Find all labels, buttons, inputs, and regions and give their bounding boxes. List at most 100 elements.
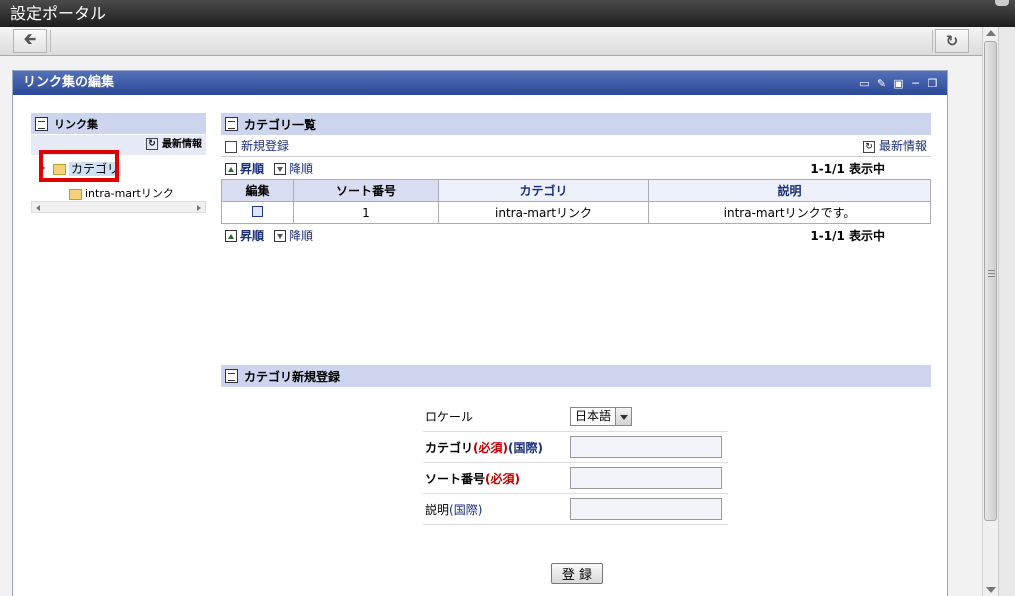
tree-header-label: リンク集 <box>54 117 98 131</box>
sort-ascending-label[interactable]: 昇順 <box>240 229 264 243</box>
nav-separator <box>50 30 51 52</box>
edit-pencil-icon[interactable]: ✎ <box>875 77 888 90</box>
new-category-section: カテゴリ新規登録 <box>221 365 931 387</box>
window-title: 設定ポータル <box>10 4 107 23</box>
new-category-form: ロケール 日本語 カテゴリ(必須)(国際) ソート番号(必須) 説明(国際) <box>423 401 728 525</box>
locale-row: ロケール 日本語 <box>423 401 728 432</box>
list-header-label: カテゴリ一覧 <box>244 117 317 132</box>
scroll-right-icon[interactable] <box>197 205 201 211</box>
required-mark: (必須) <box>485 471 520 486</box>
new-category-header-label: カテゴリ新規登録 <box>244 369 341 384</box>
category-label: カテゴリ(必須)(国際) <box>423 439 570 456</box>
document-icon <box>225 117 238 131</box>
display-icon[interactable]: ▭ <box>858 77 871 90</box>
sort-descending-link[interactable]: 降順 <box>274 227 313 244</box>
grip-icon <box>988 270 995 277</box>
list-toolbar: 新規登録 ↻ 最新情報 <box>221 135 931 157</box>
locale-select[interactable]: 日本語 <box>570 406 633 426</box>
category-tree: カテゴリ intra-martリンク <box>31 150 206 215</box>
settings-icon[interactable]: ▣ <box>892 77 905 90</box>
link-edit-portlet: リンク集の編集 ▭ ✎ ▣ ─ ❐ リンク集 ↻ 最新情報 カテゴリ intra… <box>12 70 948 596</box>
sort-cell: 1 <box>293 201 439 224</box>
list-refresh-label[interactable]: 最新情報 <box>879 139 927 153</box>
window-edge <box>998 27 1015 596</box>
list-refresh-link[interactable]: ↻ 最新情報 <box>862 137 927 154</box>
category-label-text: カテゴリ <box>425 440 474 455</box>
highlight-box <box>39 150 119 182</box>
scroll-left-icon[interactable] <box>36 205 40 211</box>
table-row: 1 intra-martリンク intra-martリンクです。 <box>221 201 931 224</box>
link-tree-pane: リンク集 ↻ 最新情報 カテゴリ intra-martリンク <box>31 113 206 215</box>
new-document-icon <box>225 140 237 153</box>
refresh-icon[interactable]: ↻ <box>146 138 158 150</box>
minimize-icon[interactable]: ─ <box>909 77 922 90</box>
window-titlebar: 設定ポータル <box>0 0 1015 27</box>
sort-ascending-link[interactable]: 昇順 <box>225 227 264 244</box>
reload-icon: ↻ <box>945 32 959 50</box>
scroll-down-icon[interactable] <box>986 587 996 593</box>
description-row: 説明(国際) <box>423 494 728 525</box>
reload-button[interactable]: ↻ <box>935 29 969 53</box>
sort-descending-label[interactable]: 降順 <box>289 162 313 176</box>
sort-descending-link[interactable]: 降順 <box>274 160 313 177</box>
description-cell: intra-martリンクです。 <box>648 201 931 224</box>
sort-number-row: ソート番号(必須) <box>423 463 728 494</box>
required-mark: (必須) <box>473 440 508 455</box>
category-list-pane: カテゴリ一覧 新規登録 ↻ 最新情報 昇順 降順 1-1/1 表示中 編集 ソート… <box>221 113 931 246</box>
tree-horizontal-scrollbar[interactable] <box>31 201 206 213</box>
restore-icon[interactable]: ❐ <box>926 77 939 90</box>
tree-header: リンク集 <box>31 113 206 135</box>
column-header-category[interactable]: カテゴリ <box>438 179 649 202</box>
sort-down-icon <box>274 230 287 242</box>
locale-selected-value[interactable]: 日本語 <box>570 406 617 426</box>
list-header: カテゴリ一覧 <box>221 113 931 135</box>
portlet-controls: ▭ ✎ ▣ ─ ❐ <box>858 71 939 95</box>
new-registration-link[interactable]: 新規登録 <box>225 137 289 154</box>
document-icon <box>225 369 238 383</box>
scroll-up-icon[interactable] <box>986 30 996 36</box>
description-input[interactable] <box>570 498 722 520</box>
sort-up-icon <box>225 230 237 242</box>
category-input[interactable] <box>570 436 722 458</box>
sort-ascending-link[interactable]: 昇順 <box>225 160 264 177</box>
description-label-text: 説明 <box>425 502 450 517</box>
edit-icon[interactable] <box>252 205 263 217</box>
column-header-description[interactable]: 説明 <box>648 179 931 202</box>
register-button[interactable]: 登 録 <box>551 563 603 584</box>
new-registration-label[interactable]: 新規登録 <box>241 139 289 153</box>
tree-node-label[interactable]: intra-martリンク <box>85 187 174 200</box>
window-control[interactable] <box>995 0 1009 6</box>
category-table: 編集 ソート番号 カテゴリ 説明 1 intra-martリンク intra-m… <box>221 179 931 224</box>
nav-separator <box>932 30 933 52</box>
category-cell: intra-martリンク <box>438 201 649 224</box>
sort-number-label-text: ソート番号 <box>425 471 486 486</box>
sort-ascending-label[interactable]: 昇順 <box>240 162 264 176</box>
portlet-header: リンク集の編集 ▭ ✎ ▣ ─ ❐ <box>13 71 947 95</box>
locale-label: ロケール <box>425 409 474 424</box>
tree-node-intramart[interactable]: intra-martリンク <box>69 185 174 201</box>
record-count: 1-1/1 表示中 <box>810 161 885 176</box>
chevron-down-icon[interactable] <box>616 406 633 426</box>
scrollbar-thumb[interactable] <box>984 41 997 521</box>
portlet-title: リンク集の編集 <box>23 75 115 90</box>
international-link[interactable]: (国際) <box>508 441 543 455</box>
vertical-scrollbar[interactable] <box>982 27 998 596</box>
sort-descending-label[interactable]: 降順 <box>289 229 313 243</box>
column-header-edit: 編集 <box>221 179 294 202</box>
navigation-bar: 🡰 ↻ <box>0 27 982 56</box>
sort-number-label: ソート番号(必須) <box>423 470 570 487</box>
document-icon <box>35 116 48 131</box>
new-category-header: カテゴリ新規登録 <box>221 365 931 387</box>
page-content: リンク集の編集 ▭ ✎ ▣ ─ ❐ リンク集 ↻ 最新情報 カテゴリ intra… <box>0 56 982 596</box>
sort-row-top: 昇順 降順 1-1/1 表示中 <box>221 157 931 179</box>
back-arrow-icon: 🡰 <box>23 29 37 48</box>
edit-cell <box>221 201 294 224</box>
tree-refresh-link[interactable]: 最新情報 <box>162 139 202 150</box>
category-row: カテゴリ(必須)(国際) <box>423 432 728 463</box>
sort-number-input[interactable] <box>570 467 722 489</box>
column-header-sort[interactable]: ソート番号 <box>293 179 439 202</box>
international-link[interactable]: (国際) <box>449 503 482 517</box>
back-button[interactable]: 🡰 <box>13 29 47 53</box>
refresh-icon: ↻ <box>862 140 875 153</box>
sort-up-icon <box>225 163 237 175</box>
